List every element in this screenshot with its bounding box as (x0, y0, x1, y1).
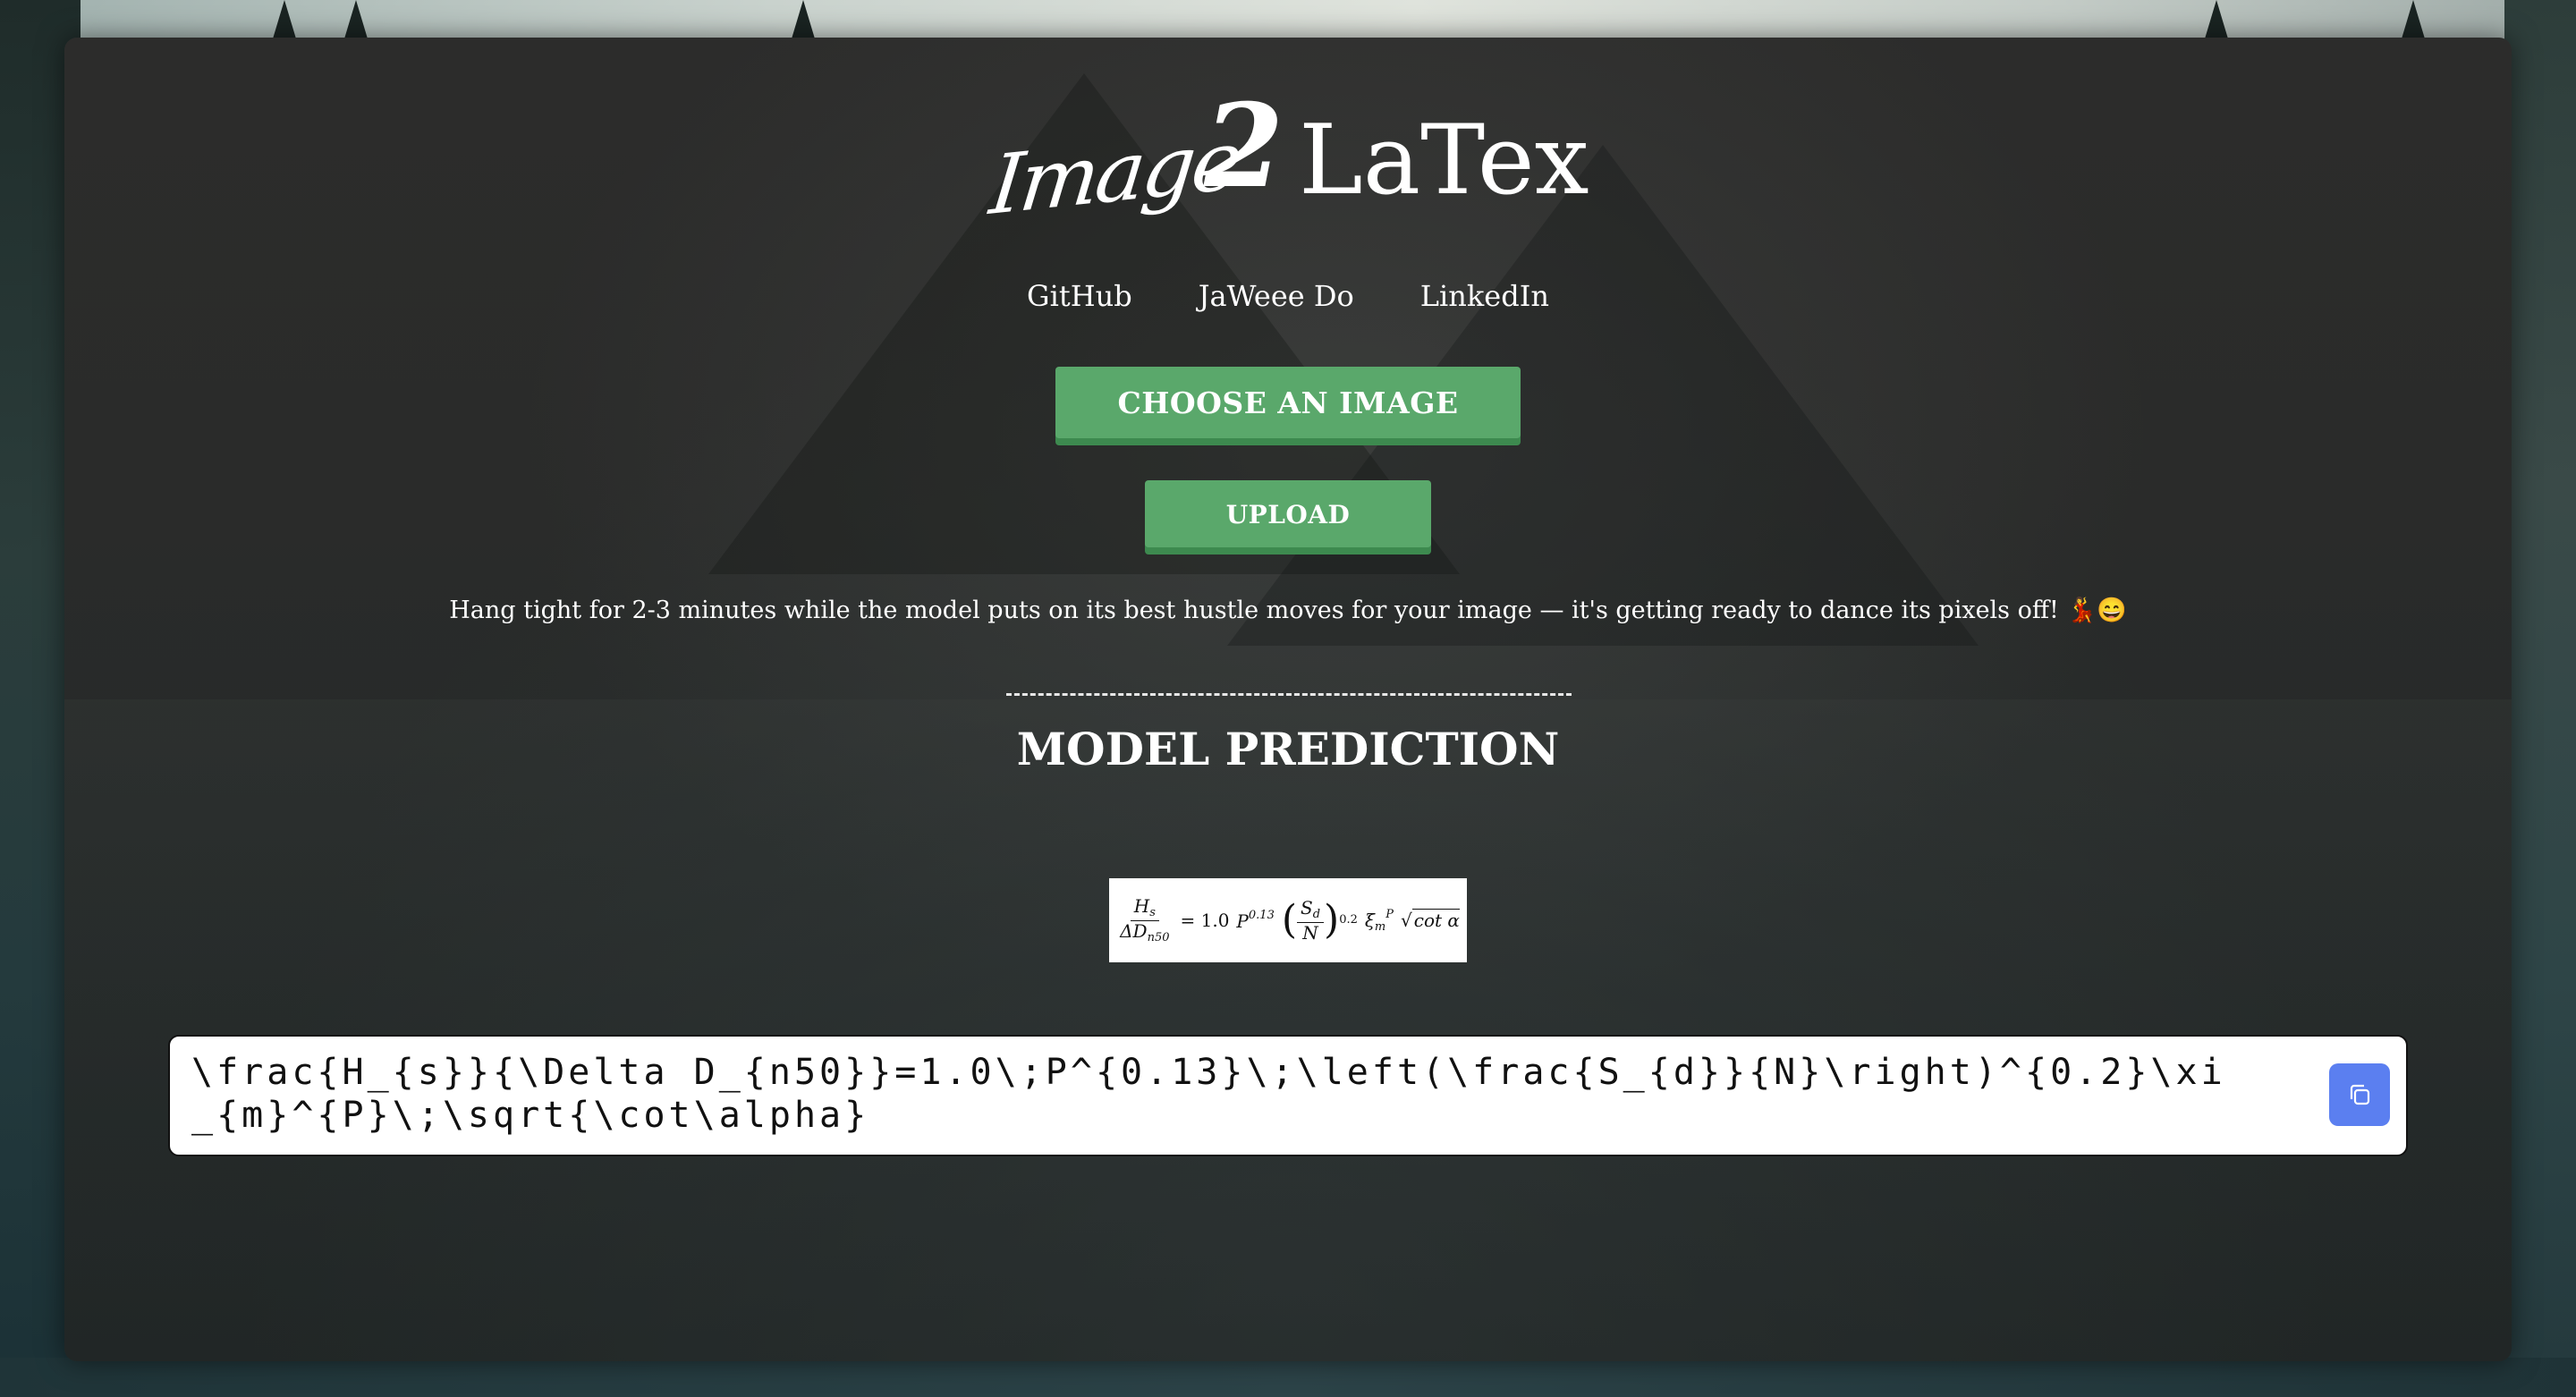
formula-xi-sup: P (1385, 907, 1394, 921)
formula-xi: ξ (1364, 909, 1375, 931)
rendered-formula-image: Hs ΔDn50 = 1.0 P0.13 ( Sd N ) 0.2 ξmP √ c… (1109, 878, 1467, 962)
upload-button[interactable]: UPLOAD (1145, 480, 1431, 547)
choose-image-button[interactable]: CHOOSE AN IMAGE (1055, 367, 1521, 438)
nav-link-github[interactable]: GitHub (1027, 279, 1132, 313)
formula-lhs-num-sub: s (1149, 906, 1156, 920)
section-divider (1006, 693, 1572, 696)
status-message: Hang tight for 2-3 minutes while the mod… (449, 597, 2127, 624)
prediction-title: MODEL PREDICTION (1016, 723, 1560, 775)
formula-lhs-den-sub: n50 (1147, 930, 1170, 944)
logo-text-two: 2 (1204, 80, 1284, 214)
formula-ratio: ( Sd N ) 0.2 (1281, 896, 1358, 944)
copy-button[interactable] (2329, 1063, 2390, 1126)
background-forest-right (2504, 0, 2576, 1397)
formula-ratio-sup: 0.2 (1339, 913, 1358, 927)
background-water (0, 1358, 2576, 1397)
latex-output-text[interactable]: \frac{H_{s}}{\Delta D_{n50}}=1.0\;P^{0.1… (191, 1051, 2249, 1137)
copy-icon (2350, 1084, 2370, 1105)
formula-sqrt-body: cot α (1411, 909, 1460, 931)
top-nav: GitHub JaWeee Do LinkedIn (0, 279, 2576, 313)
formula-xi-sub: m (1374, 919, 1386, 934)
formula-sqrt-sign: √ (1401, 910, 1412, 931)
formula-lhs-num: H (1133, 895, 1150, 918)
formula-ratio-den: N (1302, 921, 1318, 944)
nav-link-author[interactable]: JaWeee Do (1199, 279, 1354, 313)
formula-ratio-num-sub: d (1312, 908, 1321, 922)
formula-lhs-den: ΔD (1120, 919, 1148, 942)
nav-link-linkedin[interactable]: LinkedIn (1420, 279, 1549, 313)
formula-p: P (1236, 910, 1249, 932)
logo-text-latex: LaTex (1299, 105, 1589, 216)
formula-p-sup: 0.13 (1248, 909, 1275, 922)
formula-ratio-num: S (1301, 897, 1313, 919)
app-logo: Image 2 LaTex (986, 80, 1592, 250)
background-lake (64, 699, 2512, 1361)
latex-output-box[interactable]: \frac{H_{s}}{\Delta D_{n50}}=1.0\;P^{0.1… (168, 1035, 2408, 1156)
formula-equals: = 1.0 (1180, 910, 1230, 931)
formula-lhs-fraction: Hs ΔDn50 (1116, 896, 1173, 944)
